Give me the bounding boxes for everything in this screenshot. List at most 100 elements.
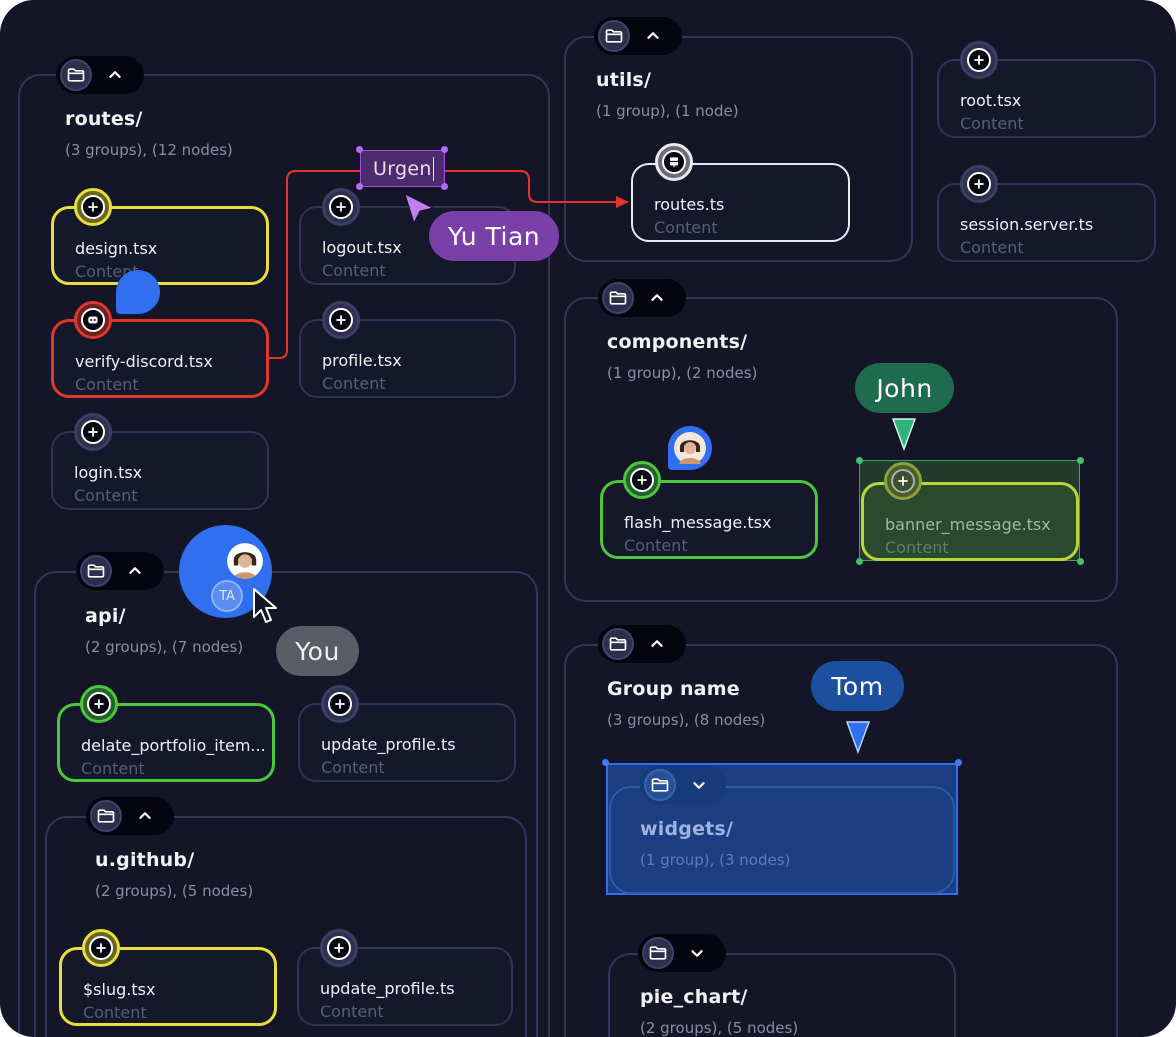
node-name: root.tsx <box>960 91 1022 110</box>
node-name: banner_message.tsx <box>885 515 1051 534</box>
resize-handle[interactable] <box>441 146 448 153</box>
folder-icon[interactable] <box>642 937 674 969</box>
plus-icon[interactable] <box>322 188 360 226</box>
plus-icon[interactable] <box>80 685 118 723</box>
resize-handle[interactable] <box>1077 457 1084 464</box>
plus-icon[interactable] <box>320 929 358 967</box>
node-name: verify-discord.tsx <box>75 352 213 371</box>
node-name: delate_portfolio_item... <box>81 736 266 755</box>
group-title: api/ <box>85 605 126 627</box>
node-content: Content <box>83 1003 147 1022</box>
cursor-label-you: You <box>276 626 359 676</box>
group-title: pie_chart/ <box>640 986 748 1008</box>
node-name: design.tsx <box>75 239 158 258</box>
group-pie-chart-header[interactable] <box>638 934 726 972</box>
node-content: Content <box>74 486 138 505</box>
chevron-up-icon[interactable] <box>122 560 148 582</box>
group-title: components/ <box>607 331 748 353</box>
group-utils-header[interactable] <box>594 17 682 55</box>
edge-label-input[interactable]: Urgen <box>360 150 445 187</box>
node-content: Content <box>960 114 1024 133</box>
group-widgets-header[interactable] <box>640 766 726 804</box>
node-content: Content <box>321 758 385 777</box>
folder-icon[interactable] <box>644 769 676 801</box>
mouse-pointer-icon <box>845 721 871 755</box>
node-content: Content <box>960 238 1024 257</box>
resize-handle[interactable] <box>356 183 363 190</box>
node-content: Content <box>322 374 386 393</box>
plus-icon[interactable] <box>884 462 922 500</box>
node-content: Content <box>885 538 949 557</box>
flow-canvas[interactable]: routes/ (3 groups), (12 nodes) design.ts… <box>0 0 1176 1037</box>
group-title: widgets/ <box>640 818 734 840</box>
group-group-name-header[interactable] <box>598 625 686 663</box>
resize-handle[interactable] <box>856 558 863 565</box>
resize-handle[interactable] <box>955 759 962 766</box>
group-meta: (1 group), (2 nodes) <box>607 364 758 382</box>
resize-handle[interactable] <box>856 457 863 464</box>
resize-handle[interactable] <box>441 183 448 190</box>
cursor-label-yutian: Yu Tian <box>429 211 559 261</box>
folder-icon[interactable] <box>602 282 634 314</box>
node-name: update_profile.ts <box>321 735 456 754</box>
group-components-header[interactable] <box>598 279 686 317</box>
group-meta: (3 groups), (8 nodes) <box>607 711 766 729</box>
resize-handle[interactable] <box>356 146 363 153</box>
folder-icon[interactable] <box>90 800 122 832</box>
plus-icon[interactable] <box>322 301 360 339</box>
plus-icon[interactable] <box>74 413 112 451</box>
plus-icon[interactable] <box>623 461 661 499</box>
resize-handle[interactable] <box>602 759 609 766</box>
group-meta: (1 group), (3 nodes) <box>640 851 791 869</box>
folder-icon[interactable] <box>80 555 112 587</box>
folder-icon[interactable] <box>60 59 92 91</box>
edge-label-text: Urgen <box>373 157 432 180</box>
plus-icon[interactable] <box>74 188 112 226</box>
text-caret <box>432 156 434 181</box>
node-name: $slug.tsx <box>83 980 156 999</box>
folder-icon[interactable] <box>602 628 634 660</box>
initials-badge: TA <box>211 580 243 612</box>
avatar[interactable] <box>227 543 263 579</box>
group-ugithub-header[interactable] <box>86 797 174 835</box>
chevron-up-icon[interactable] <box>102 64 128 86</box>
chevron-up-icon[interactable] <box>644 633 670 655</box>
group-title: u.github/ <box>95 849 195 871</box>
mouse-pointer-icon <box>891 418 917 452</box>
cursor-label-tom: Tom <box>811 661 904 711</box>
comment-bubble[interactable] <box>116 270 160 314</box>
node-name: logout.tsx <box>322 238 402 257</box>
node-name: update_profile.ts <box>320 979 455 998</box>
initials-text: TA <box>219 588 235 604</box>
group-meta: (2 groups), (5 nodes) <box>95 882 254 900</box>
server-icon[interactable] <box>655 143 693 181</box>
node-name: routes.ts <box>654 195 725 214</box>
chevron-up-icon[interactable] <box>644 287 670 309</box>
group-meta: (2 groups), (5 nodes) <box>640 1019 799 1037</box>
chevron-up-icon[interactable] <box>132 805 158 827</box>
group-meta: (1 group), (1 node) <box>596 102 739 120</box>
plus-icon[interactable] <box>960 165 998 203</box>
discord-icon[interactable] <box>74 301 112 339</box>
plus-icon[interactable] <box>82 929 120 967</box>
group-api-header[interactable] <box>76 552 164 590</box>
avatar[interactable] <box>668 426 712 470</box>
node-content: Content <box>322 261 386 280</box>
resize-handle[interactable] <box>1077 558 1084 565</box>
group-title: Group name <box>607 678 740 700</box>
plus-icon[interactable] <box>321 685 359 723</box>
node-content: Content <box>75 375 139 394</box>
node-content: Content <box>654 218 718 237</box>
chevron-down-icon[interactable] <box>686 774 712 796</box>
group-title: routes/ <box>65 108 143 130</box>
folder-icon[interactable] <box>598 20 630 52</box>
chevron-up-icon[interactable] <box>640 25 666 47</box>
plus-icon[interactable] <box>960 41 998 79</box>
chevron-down-icon[interactable] <box>684 942 710 964</box>
node-name: flash_message.tsx <box>624 513 772 532</box>
node-name: session.server.ts <box>960 215 1094 234</box>
group-meta: (2 groups), (7 nodes) <box>85 638 244 656</box>
group-routes-header[interactable] <box>56 56 144 94</box>
mouse-pointer-icon <box>253 588 277 623</box>
node-name: profile.tsx <box>322 351 402 370</box>
